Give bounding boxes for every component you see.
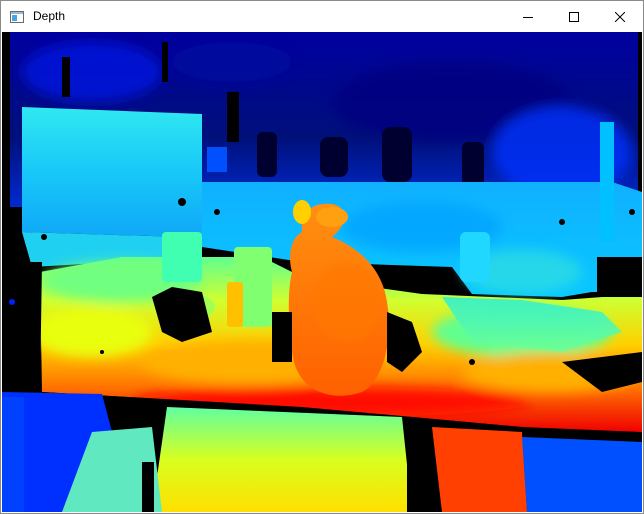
maximize-button[interactable] bbox=[551, 1, 597, 32]
minimize-button[interactable] bbox=[505, 1, 551, 32]
window-controls bbox=[505, 1, 643, 32]
minimize-icon bbox=[523, 16, 533, 18]
maximize-icon bbox=[569, 11, 579, 22]
front-box-region bbox=[152, 407, 412, 512]
close-icon bbox=[615, 11, 625, 22]
window-title: Depth bbox=[33, 9, 66, 23]
depth-image bbox=[2, 32, 642, 512]
close-button[interactable] bbox=[597, 1, 643, 32]
depth-window: Depth bbox=[0, 0, 644, 514]
title-bar[interactable]: Depth bbox=[1, 1, 643, 32]
window-app-icon bbox=[9, 9, 25, 25]
left-box-region bbox=[22, 107, 202, 237]
